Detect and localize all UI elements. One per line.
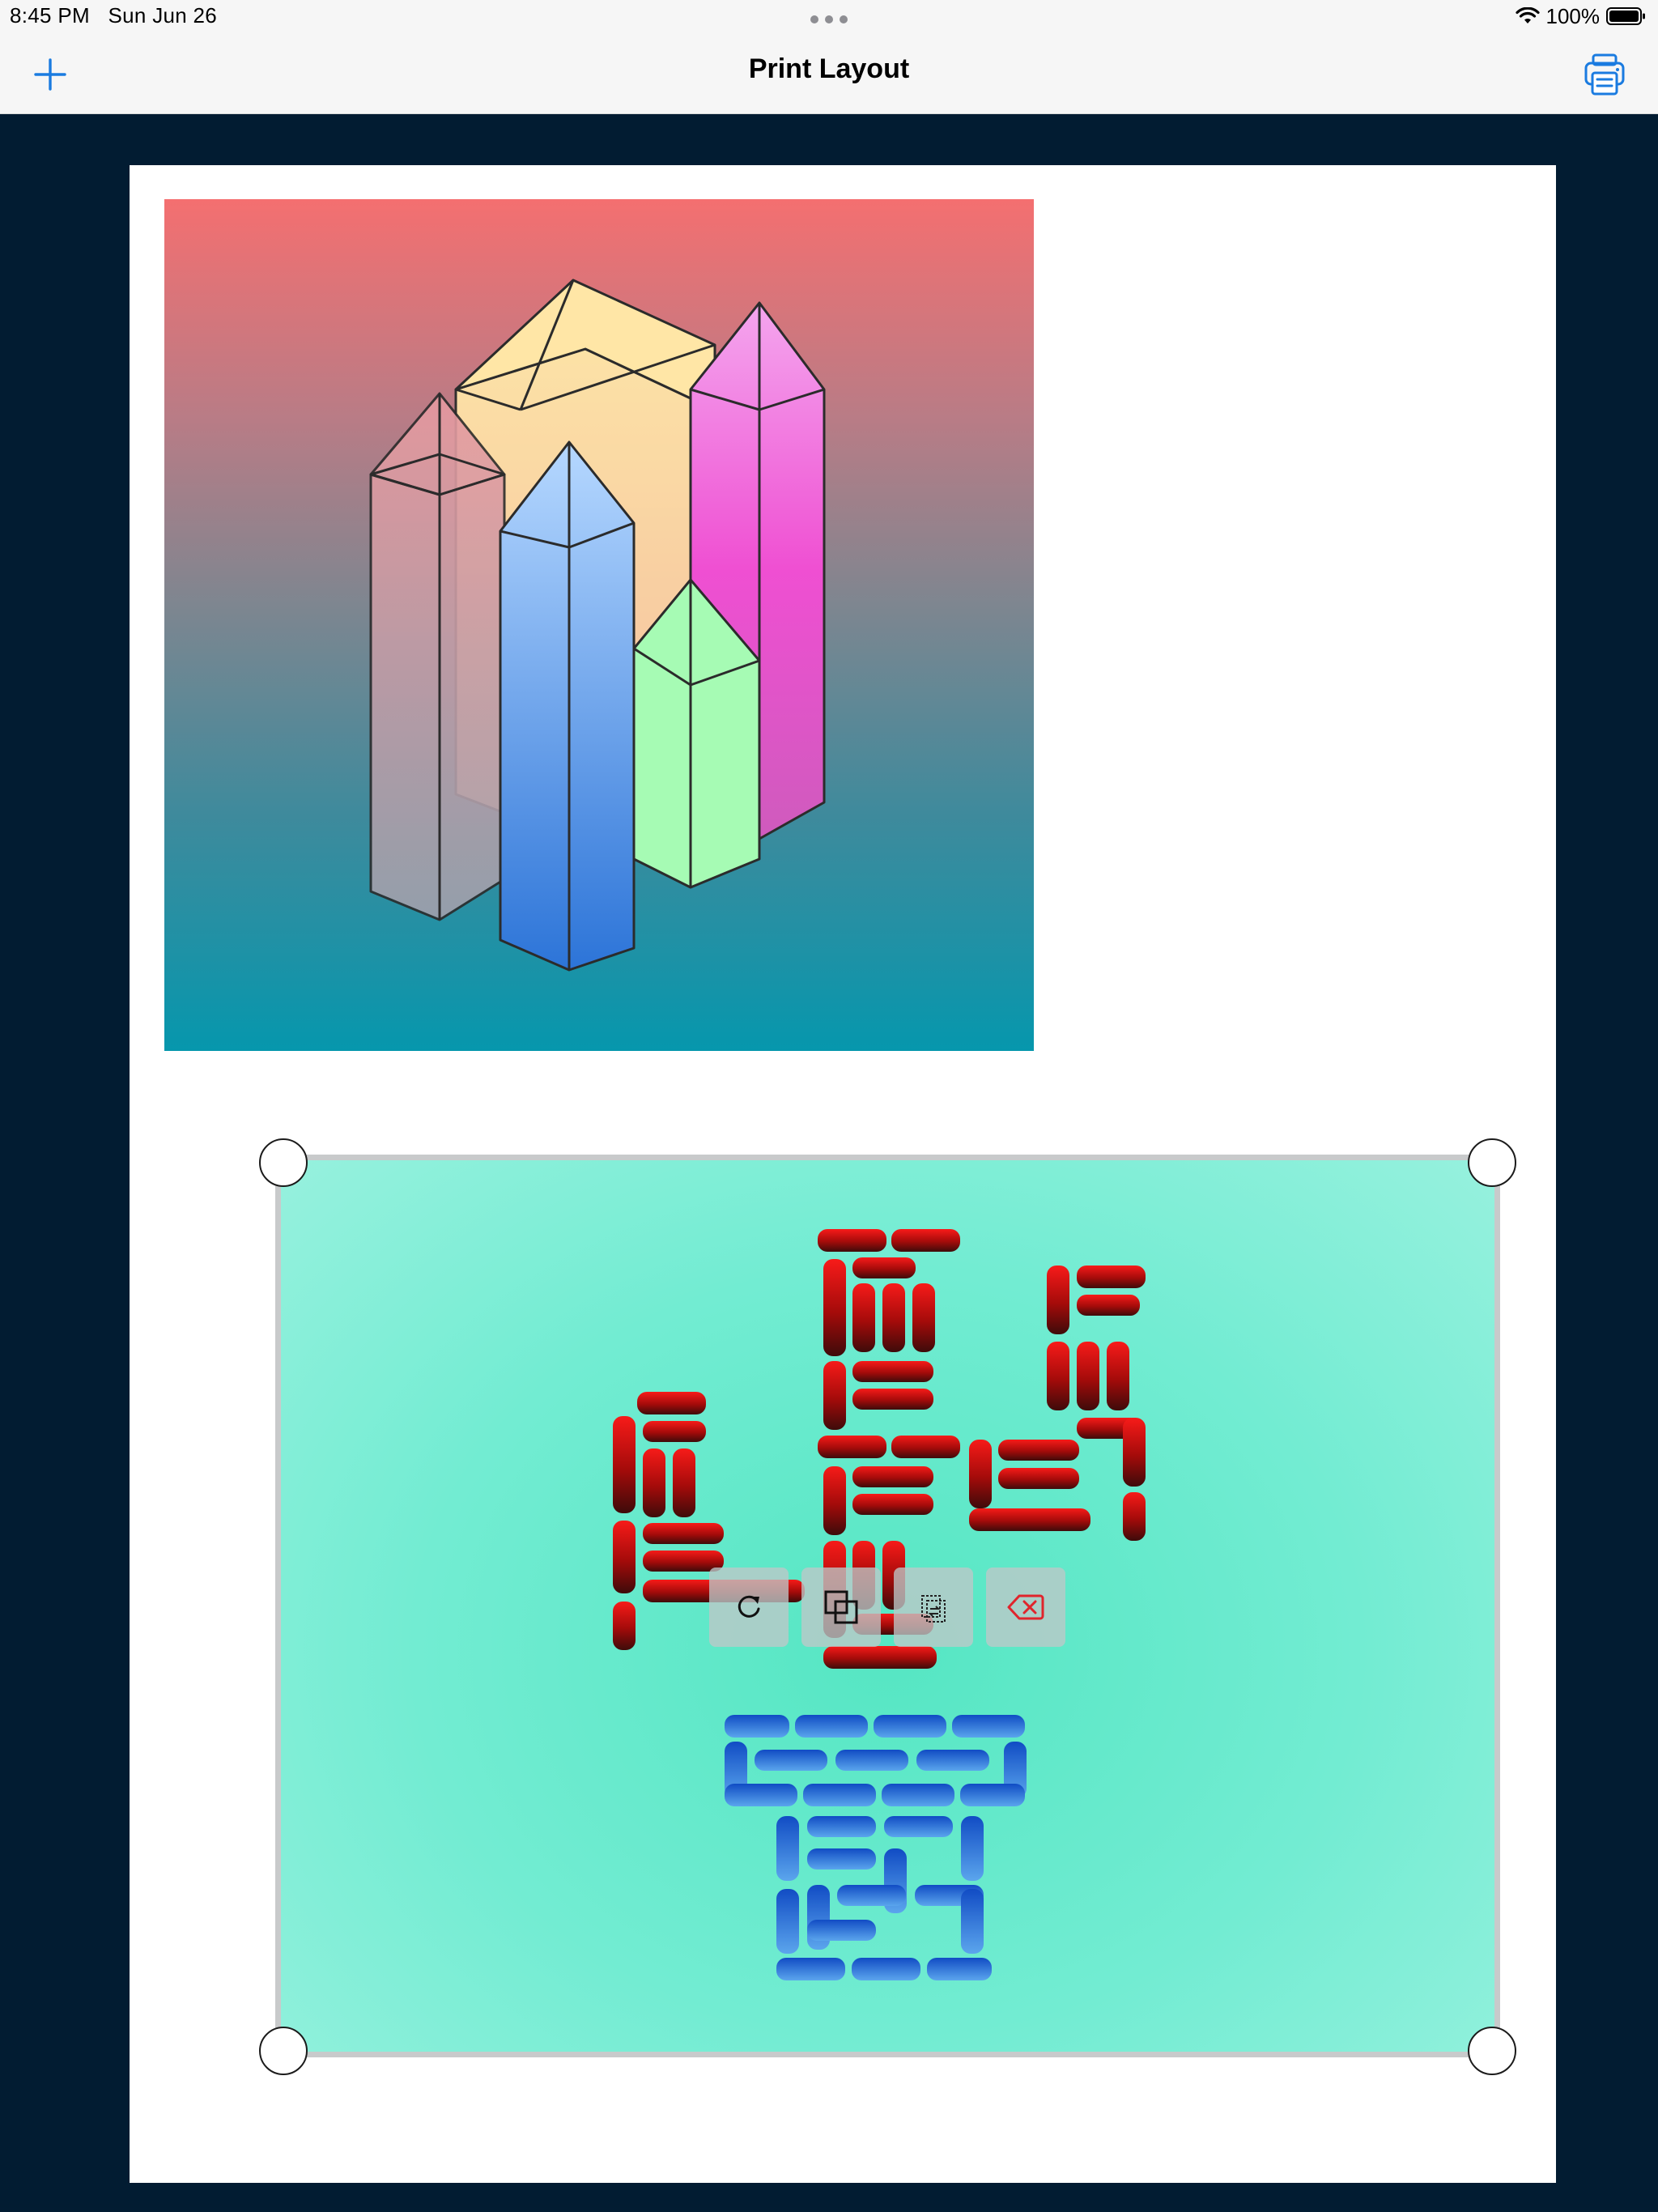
rotate-icon — [738, 1595, 760, 1618]
resize-handle-bottom-left[interactable] — [259, 2027, 308, 2075]
battery-icon — [1606, 7, 1645, 25]
page-title: Print Layout — [748, 53, 910, 84]
printer-icon — [1584, 53, 1625, 96]
delete-button[interactable] — [986, 1568, 1065, 1647]
delete-icon — [1007, 1594, 1044, 1620]
duplicate-icon — [824, 1590, 858, 1624]
status-clock: 8:45 PM — [10, 3, 90, 28]
print-button[interactable] — [1582, 52, 1627, 97]
duplicate-button[interactable] — [801, 1568, 881, 1647]
multitasking-handle[interactable] — [810, 15, 848, 24]
selection-toolbar — [709, 1568, 1065, 1647]
resize-handle-top-left[interactable] — [259, 1138, 308, 1187]
crystal-towers-image[interactable] — [164, 199, 1034, 1051]
status-time: 8:45 PM Sun Jun 26 — [10, 3, 217, 28]
replace-icon — [921, 1595, 946, 1623]
navigation-bar: 8:45 PM Sun Jun 26 100% Print Layout — [0, 0, 1658, 114]
print-page — [130, 165, 1556, 2183]
wifi-icon — [1515, 7, 1540, 23]
status-date: Sun Jun 26 — [108, 3, 218, 28]
battery-percent: 100% — [1545, 3, 1601, 28]
rotate-button[interactable] — [709, 1568, 789, 1647]
resize-handle-bottom-right[interactable] — [1468, 2027, 1516, 2075]
replace-button[interactable] — [894, 1568, 973, 1647]
status-indicators: 100% — [1515, 3, 1647, 29]
resize-handle-top-right[interactable] — [1468, 1138, 1516, 1187]
